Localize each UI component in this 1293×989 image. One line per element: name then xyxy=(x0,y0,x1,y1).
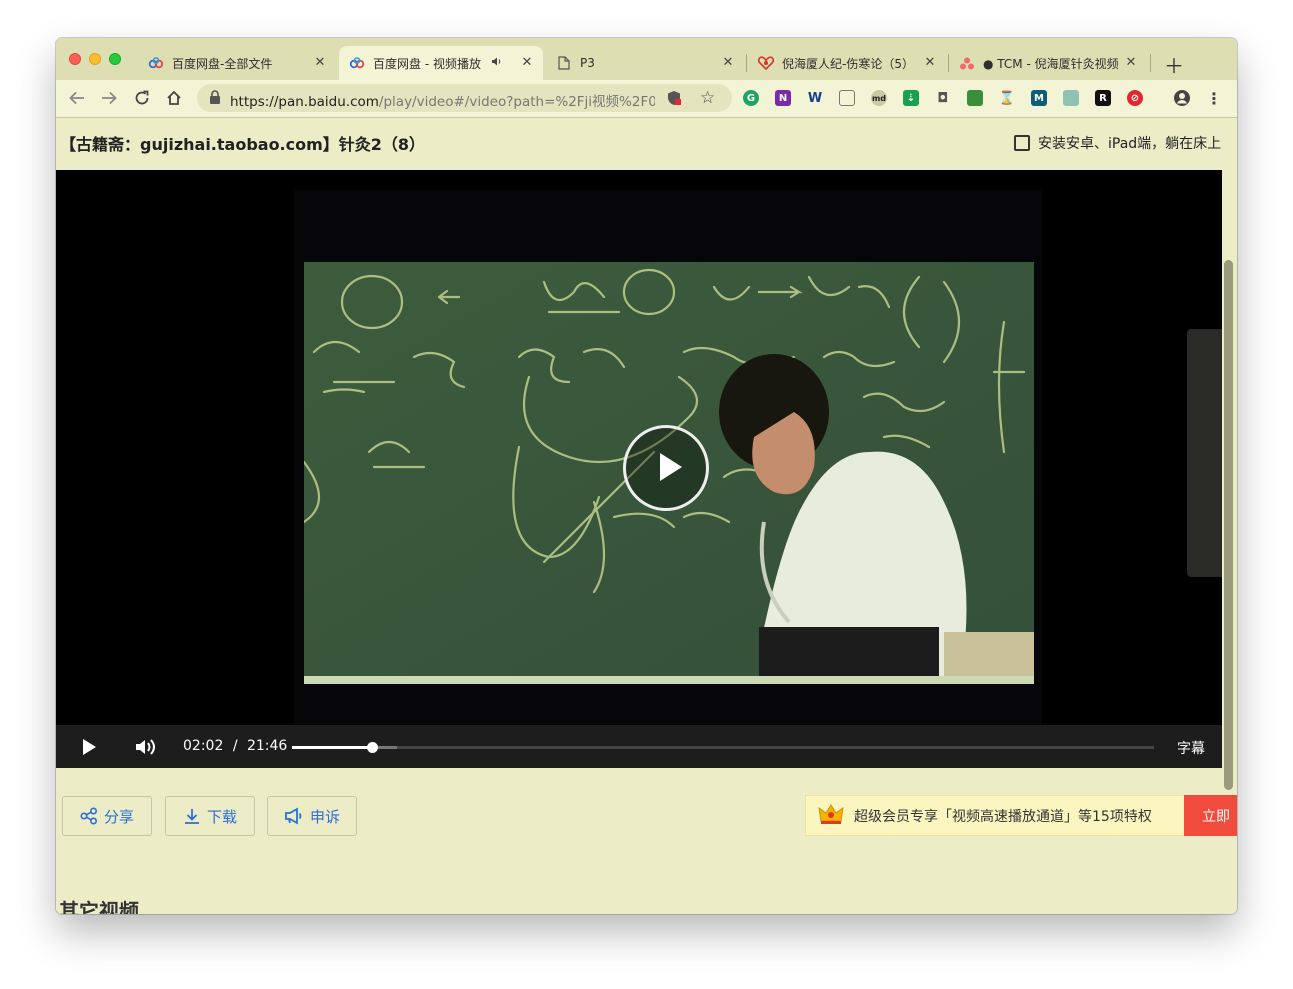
maximize-window-button[interactable] xyxy=(109,53,121,65)
r-extension-icon[interactable]: R xyxy=(1095,90,1111,106)
word-extension-icon[interactable]: W xyxy=(807,90,823,106)
share-button[interactable]: 分享 xyxy=(62,796,152,836)
baidu-pan-icon xyxy=(148,55,164,71)
new-tab-plus-icon[interactable]: ＋ xyxy=(1164,50,1184,79)
close-tab-icon[interactable]: ✕ xyxy=(312,55,328,70)
document-icon xyxy=(556,55,572,71)
download-icon xyxy=(184,809,199,824)
tab-tcm-video[interactable]: ● TCM - 倪海厦针灸视频 ✕ xyxy=(949,46,1147,80)
asana-icon xyxy=(959,55,975,71)
onenote-extension-icon[interactable]: N xyxy=(775,90,791,106)
tab-separator xyxy=(1150,54,1151,72)
checkbox-box[interactable] xyxy=(1014,135,1030,151)
tab-strip: 百度网盘-全部文件 ✕ 百度网盘 - 视频播放 ✕ P3 ✕ 倪海厦人纪-伤寒论… xyxy=(56,38,1237,80)
lock-icon xyxy=(209,90,223,106)
tab-nihaixia-shanghanlun[interactable]: 倪海厦人纪-伤寒论（5） ✕ xyxy=(748,46,946,80)
install-app-checkbox[interactable]: 安装安卓、iPad端，躺在床上 xyxy=(1014,133,1221,153)
camera-extension-icon[interactable]: ◘ xyxy=(935,90,951,106)
grammarly-extension-icon[interactable]: G xyxy=(743,90,759,106)
tab-baidu-video[interactable]: 百度网盘 - 视频播放 ✕ xyxy=(339,46,543,80)
close-tab-icon[interactable]: ✕ xyxy=(720,55,736,70)
speaker-icon[interactable] xyxy=(491,56,502,70)
browser-toolbar: https://pan.baidu.com/play/video#/video?… xyxy=(56,80,1237,118)
minimize-window-button[interactable] xyxy=(89,53,101,65)
time-separator: / xyxy=(232,738,238,754)
close-window-button[interactable] xyxy=(69,53,81,65)
crown-icon xyxy=(818,803,844,829)
progress-handle[interactable] xyxy=(367,742,379,753)
current-time: 02:02 xyxy=(183,738,224,754)
checkbox-label: 安装安卓、iPad端，躺在床上 xyxy=(1038,136,1222,152)
more-menu-icon[interactable]: ⋮ xyxy=(1206,89,1222,108)
promo-cta-button[interactable]: 立即 xyxy=(1184,795,1237,836)
blocked-popup-icon[interactable] xyxy=(667,90,681,110)
hourglass-extension-icon[interactable]: ⌛ xyxy=(999,90,1015,106)
side-panel-toggle[interactable] xyxy=(1187,329,1222,577)
chalk-ledge xyxy=(304,676,1034,684)
promo-text: 超级会员专享「视频高速播放通道」等15项特权 xyxy=(854,808,1152,825)
page-content: 【古籍斋：gujizhai.taobao.com】针灸2（8） 安装安卓、iPa… xyxy=(56,118,1237,914)
m-extension-icon[interactable]: M xyxy=(1031,90,1047,106)
page-title: 【古籍斋：gujizhai.taobao.com】针灸2（8） xyxy=(60,135,426,154)
tab-title: 百度网盘 - 视频播放 xyxy=(373,56,481,71)
play-icon[interactable] xyxy=(78,736,100,758)
share-label: 分享 xyxy=(103,807,134,826)
duration: 21:46 xyxy=(246,738,288,754)
volume-icon[interactable] xyxy=(134,736,156,758)
bookmark-star-icon[interactable]: ☆ xyxy=(700,88,715,108)
other-videos-heading: 其它视频 xyxy=(59,899,139,914)
share-icon xyxy=(80,807,97,825)
url-path: /play/video#/video?path=%2Fji视频%2F0... xyxy=(378,94,655,110)
close-tab-icon[interactable]: ✕ xyxy=(922,55,938,70)
promo-banner[interactable]: 超级会员专享「视频高速播放通道」等15项特权 xyxy=(805,795,1225,836)
url-text[interactable]: https://pan.baidu.com/play/video#/video?… xyxy=(230,90,655,110)
markdown-extension-icon[interactable]: md xyxy=(871,90,887,106)
download-label: 下载 xyxy=(206,807,237,826)
download-button[interactable]: 下载 xyxy=(165,796,255,836)
time-display: 02:02 / 21:46 xyxy=(183,738,287,754)
progress-bar[interactable] xyxy=(292,742,1154,753)
profile-avatar-icon[interactable] xyxy=(1174,90,1190,106)
reload-icon[interactable] xyxy=(132,88,152,108)
back-arrow-icon[interactable] xyxy=(67,88,87,108)
home-icon[interactable] xyxy=(164,88,184,108)
report-label: 申诉 xyxy=(309,807,340,826)
close-tab-icon[interactable]: ✕ xyxy=(1123,55,1139,70)
tab-separator xyxy=(746,54,747,72)
address-bar[interactable]: https://pan.baidu.com/play/video#/video?… xyxy=(197,84,732,112)
vertical-scrollbar[interactable] xyxy=(1224,260,1233,790)
browser-window: 百度网盘-全部文件 ✕ 百度网盘 - 视频播放 ✕ P3 ✕ 倪海厦人纪-伤寒论… xyxy=(56,38,1237,914)
megaphone-icon xyxy=(285,807,302,825)
heart-logo-icon xyxy=(758,55,774,71)
page-extension-icon[interactable] xyxy=(839,90,855,106)
reader-extension-icon[interactable] xyxy=(1063,90,1079,106)
player-controls: 02:02 / 21:46 字幕 xyxy=(56,725,1222,768)
url-host: https://pan.baidu.com xyxy=(230,94,379,110)
big-play-button[interactable] xyxy=(623,425,709,511)
progress-played xyxy=(292,746,373,749)
forward-arrow-icon[interactable] xyxy=(99,88,119,108)
report-button[interactable]: 申诉 xyxy=(267,796,357,836)
blocker-extension-icon[interactable]: ⊘ xyxy=(1127,90,1143,106)
subtitle-button[interactable]: 字幕 xyxy=(1177,738,1205,758)
tab-p3[interactable]: P3 ✕ xyxy=(546,46,744,80)
video-player[interactable]: 02:02 / 21:46 字幕 xyxy=(56,170,1222,768)
baidu-pan-icon xyxy=(349,55,365,71)
download-extension-icon[interactable]: ⇣ xyxy=(903,90,919,106)
close-tab-icon[interactable]: ✕ xyxy=(519,55,535,70)
sheet-extension-icon[interactable] xyxy=(967,90,983,106)
tab-baidu-files[interactable]: 百度网盘-全部文件 ✕ xyxy=(138,46,336,80)
